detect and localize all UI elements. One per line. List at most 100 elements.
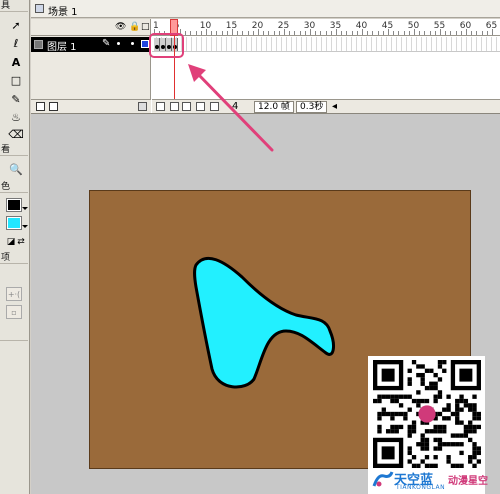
ruler-tick: [294, 31, 296, 35]
add-guide-layer-icon[interactable]: [49, 102, 58, 111]
ruler-tick: [450, 31, 452, 35]
layer-row[interactable]: 图层 1 ✎: [31, 37, 151, 53]
qr-module: [476, 446, 481, 451]
ruler-tick: [377, 31, 379, 35]
layer-name[interactable]: 图层 1: [47, 38, 77, 53]
stroke-color-dropdown-icon[interactable]: [22, 207, 28, 210]
qr-module: [433, 394, 438, 399]
qr-module: [420, 381, 425, 386]
scene-label[interactable]: 场景 1: [48, 3, 78, 18]
qr-module: [472, 416, 477, 421]
qr-module: [442, 442, 447, 447]
ruler-tick: [237, 31, 239, 35]
qr-module: [394, 398, 399, 404]
timeline-status-bar: 4 12.0 帧 0.3秒 ◂: [152, 99, 500, 113]
stroke-color-swatch[interactable]: [7, 199, 21, 211]
qr-module: [416, 442, 421, 447]
lock-icon[interactable]: 🔒: [129, 22, 140, 32]
qr-module: [424, 398, 430, 404]
brand-subtitle: 动漫星空: [448, 476, 488, 487]
zoom-tool-icon[interactable]: 🔍: [9, 162, 23, 176]
ruler-tick: [252, 31, 254, 35]
layer-tools-bar: [31, 99, 151, 113]
ruler-tick: [434, 31, 436, 35]
qr-module: [407, 450, 412, 456]
brand-logo: 天空蓝 TIANKONGLAN 动漫星空: [368, 468, 500, 494]
text-tool-icon[interactable]: A: [9, 55, 23, 69]
fill-color-swatch[interactable]: [7, 217, 21, 229]
eraser-tool-icon[interactable]: ⌫: [8, 127, 24, 141]
add-layer-icon[interactable]: [36, 102, 45, 111]
onion-skin-icon[interactable]: [170, 102, 179, 111]
onion-outline-icon[interactable]: [182, 102, 191, 111]
frame-ruler[interactable]: 15101520253035404550556065: [152, 19, 500, 36]
qr-module: [429, 429, 434, 434]
ruler-tick: [268, 31, 270, 35]
ruler-tick: [424, 31, 426, 35]
qr-module: [459, 420, 464, 425]
swap-colors-icon[interactable]: ⇄: [14, 235, 28, 249]
qr-module: [437, 394, 443, 399]
ruler-tick: [367, 31, 369, 35]
qr-module: [446, 403, 451, 408]
arrow-tool-icon[interactable]: ➚: [9, 18, 23, 32]
onion-markers-icon[interactable]: [210, 102, 219, 111]
qr-module: [472, 455, 477, 460]
scroll-left-icon[interactable]: ◂: [332, 101, 337, 112]
qr-module: [424, 429, 430, 434]
tools-section-label: 具: [0, 0, 28, 12]
frame-track[interactable]: [152, 37, 500, 52]
qr-module: [446, 394, 451, 399]
qr-module: [433, 429, 438, 434]
ruler-number: 65: [485, 21, 498, 31]
qr-module: [394, 394, 399, 399]
ruler-number: 25: [277, 21, 290, 31]
fill-color-dropdown-icon[interactable]: [22, 225, 28, 228]
qr-module: [455, 411, 460, 417]
ruler-tick: [320, 31, 322, 35]
qr-module: [442, 368, 447, 373]
qr-module: [403, 411, 408, 417]
tools-panel: 具 ➚ ℓ A □ ✎ ♨ ⌫ 看 🔍 色 ◪ ⇄ 项 +·( ▫: [0, 0, 30, 494]
qr-module: [433, 446, 438, 451]
qr-module: [459, 407, 464, 412]
qr-module: [437, 442, 443, 447]
paint-bucket-tool-icon[interactable]: ♨: [9, 110, 23, 124]
qr-module: [394, 411, 399, 417]
brand-name-en: TIANKONGLAN: [396, 484, 446, 491]
delete-layer-icon[interactable]: [138, 102, 147, 111]
qr-module: [377, 398, 382, 404]
outline-color-square[interactable]: [141, 40, 149, 48]
lock-dot[interactable]: [131, 42, 134, 45]
ruler-number: 10: [199, 21, 212, 31]
qr-module: [420, 437, 425, 443]
eye-icon[interactable]: 👁: [115, 22, 126, 32]
qr-module: [420, 446, 425, 451]
qr-module: [416, 398, 421, 404]
qr-module: [446, 459, 451, 464]
edit-multiple-frames-icon[interactable]: [196, 102, 205, 111]
smooth-option-icon[interactable]: ▫: [6, 305, 22, 319]
ruler-tick: [419, 31, 421, 35]
qr-module: [385, 429, 391, 434]
qr-module: [411, 424, 417, 430]
qr-module: [472, 450, 477, 456]
visibility-dot[interactable]: [117, 42, 120, 45]
brush-tool-icon[interactable]: ✎: [9, 92, 23, 106]
qr-module: [407, 381, 412, 386]
outline-icon[interactable]: □: [141, 22, 150, 32]
rectangle-tool-icon[interactable]: □: [9, 73, 23, 87]
frame-rate: 12.0 帧: [254, 101, 294, 113]
qr-module: [476, 416, 481, 421]
qr-module: [455, 416, 460, 421]
qr-module: [373, 398, 378, 404]
cyan-shape[interactable]: [193, 256, 335, 389]
lasso-tool-icon[interactable]: ℓ: [9, 36, 23, 50]
scene-title-bar: 场景 1: [31, 0, 500, 18]
qr-module: [424, 455, 430, 460]
snap-option-icon[interactable]: +·(: [6, 287, 22, 301]
qr-module: [472, 407, 477, 412]
center-frame-icon[interactable]: [156, 102, 165, 111]
qr-module: [459, 368, 473, 382]
qr-module: [433, 381, 438, 386]
